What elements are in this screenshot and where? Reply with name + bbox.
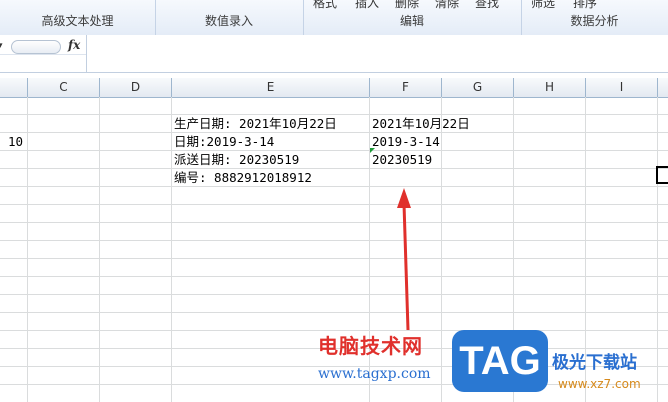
watermark-site-name: 电脑技术网	[318, 334, 423, 358]
watermark-site-url: www.tagxp.com	[318, 366, 431, 382]
watermark-url2: www.xz7.com	[558, 377, 641, 391]
tag-logo: TAG	[452, 330, 548, 392]
watermark-brand: 极光下载站	[552, 353, 637, 373]
